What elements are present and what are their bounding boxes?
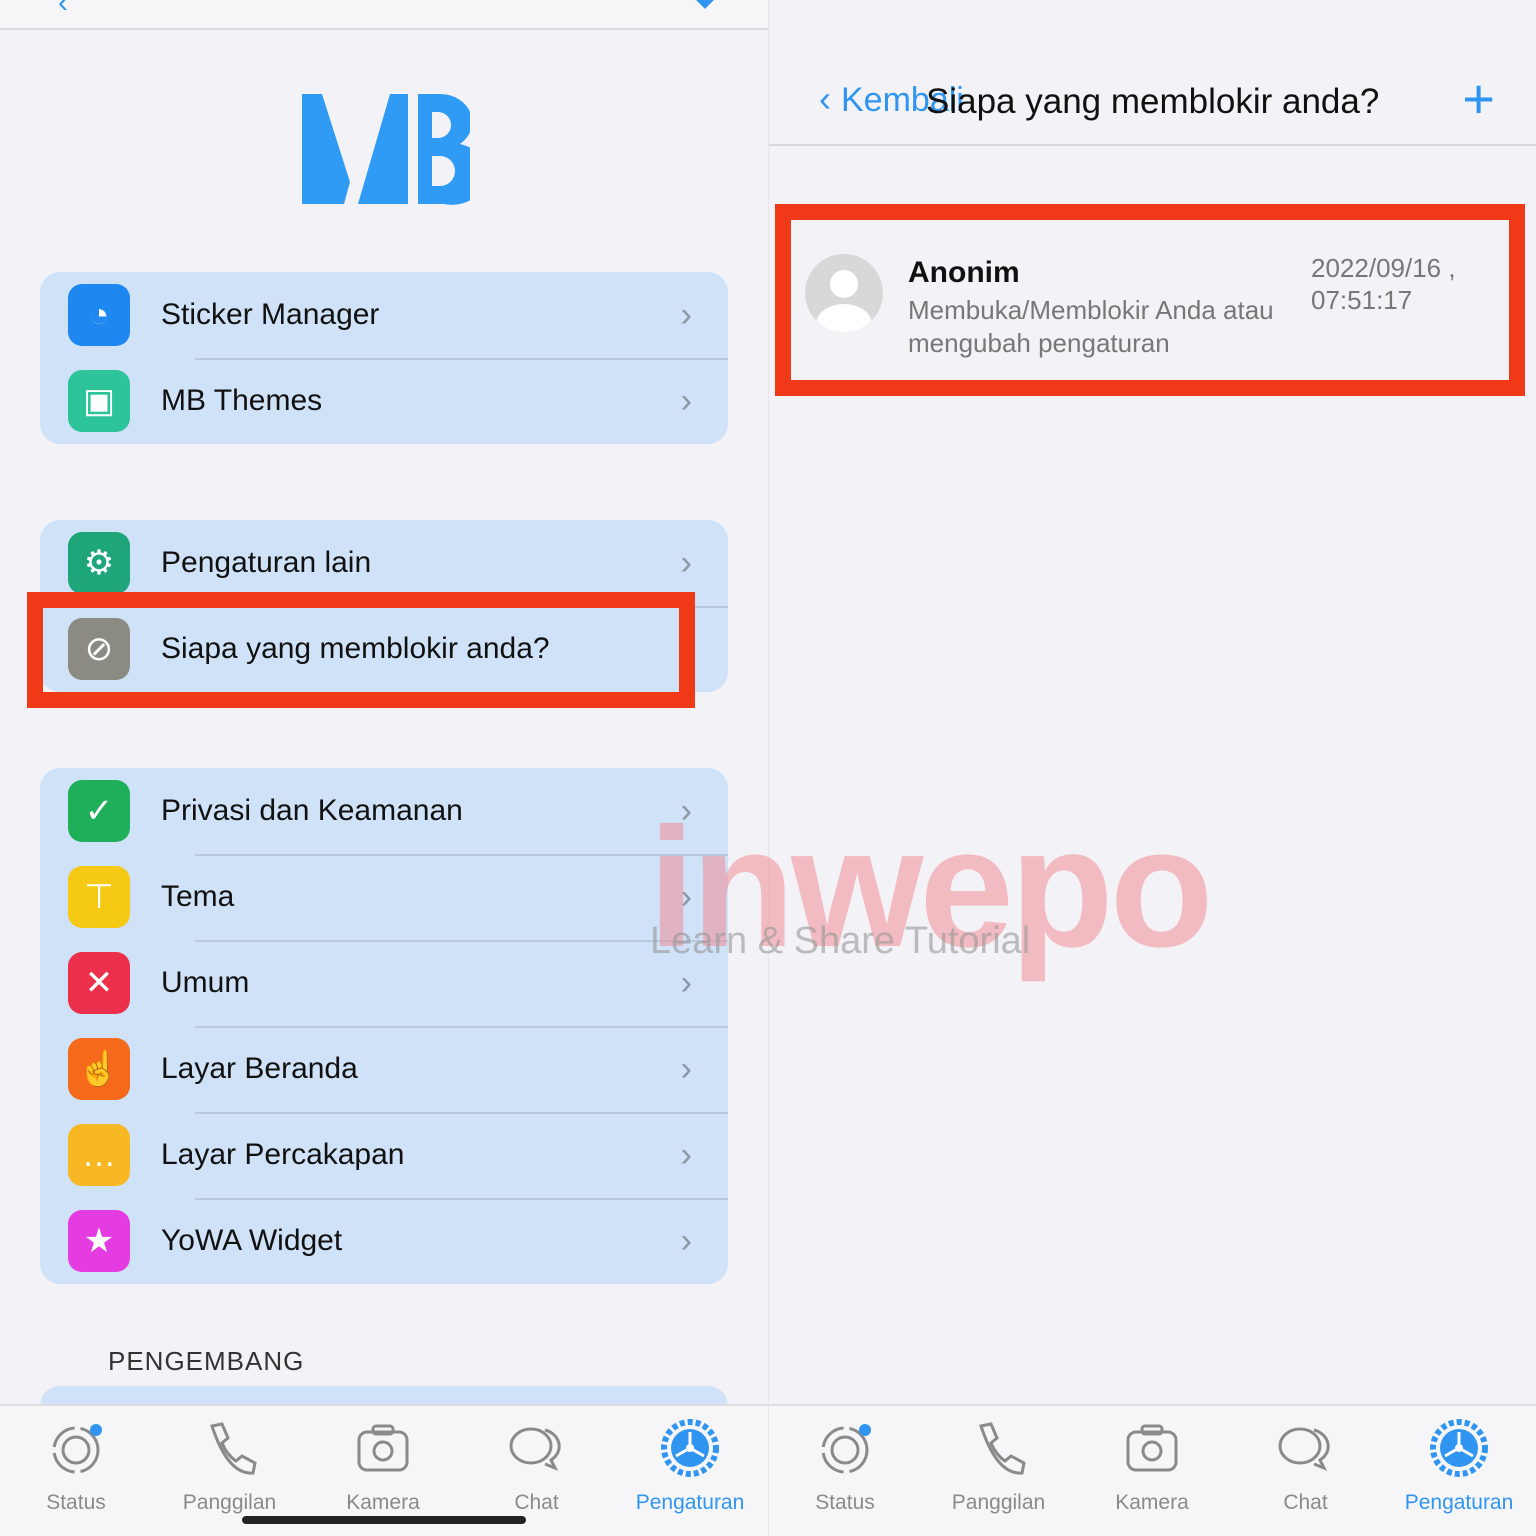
tools-icon: ✕	[68, 952, 130, 1014]
status-icon	[52, 1424, 102, 1474]
nav-indicator-icon	[695, 0, 715, 9]
item-label: MB Themes	[161, 384, 323, 417]
highlight-box	[775, 204, 1525, 396]
camera-icon	[357, 1424, 409, 1472]
tab-chat[interactable]: Chat	[1236, 1416, 1376, 1515]
sticker-manager-item[interactable]: ◔ Sticker Manager ›	[40, 272, 728, 358]
chevron-right-icon: ›	[680, 1049, 692, 1088]
item-label: Tema	[161, 880, 235, 913]
highlight-box	[27, 592, 695, 708]
settings-group-3: ✓ Privasi dan Keamanan › ⊤ Tema › ✕ Umum › ☝ La…	[40, 768, 728, 1284]
chat-bubble-icon: …	[68, 1124, 130, 1186]
header: ‹ Kembali Siapa yang memblokir anda? +	[769, 0, 1536, 146]
tab-panggilan[interactable]: Panggilan	[929, 1416, 1069, 1515]
item-label: YoWA Widget	[161, 1224, 343, 1257]
tab-status[interactable]: Status	[775, 1416, 915, 1515]
item-label: Layar Percakapan	[161, 1138, 405, 1171]
settings-icon	[661, 1419, 719, 1477]
item-label: Privasi dan Keamanan	[161, 794, 463, 827]
layar-percakapan-item[interactable]: … Layar Percakapan ›	[40, 1112, 728, 1198]
sticker-icon: ◔	[68, 284, 130, 346]
home-indicator	[242, 1516, 526, 1524]
tab-panggilan[interactable]: Panggilan	[160, 1416, 300, 1515]
item-label: Umum	[161, 966, 250, 999]
tab-label: Kamera	[1115, 1491, 1189, 1514]
themes-box-icon: ▣	[68, 370, 130, 432]
item-label: Sticker Manager	[161, 298, 380, 331]
settings-icon	[1430, 1419, 1488, 1477]
mb-themes-item[interactable]: ▣ MB Themes ›	[40, 358, 728, 444]
mb-settings-screen: ‹ ◔ Sticker Manager › ▣ MB Themes › ⚙ Pengatu…	[0, 0, 768, 1536]
tab-label: Chat	[1283, 1491, 1328, 1514]
chat-icon	[509, 1427, 561, 1471]
add-icon[interactable]: +	[1462, 66, 1495, 131]
tab-label: Kamera	[346, 1491, 420, 1514]
tema-item[interactable]: ⊤ Tema ›	[40, 854, 728, 940]
item-label: Pengaturan lain	[161, 546, 372, 579]
page-title: Siapa yang memblokir anda?	[926, 82, 1380, 121]
gear-icon: ⚙	[68, 532, 130, 594]
item-label: Layar Beranda	[161, 1052, 358, 1085]
phone-icon	[978, 1422, 1026, 1475]
tab-label: Chat	[514, 1491, 559, 1514]
tab-status[interactable]: Status	[6, 1416, 146, 1515]
shield-check-icon: ✓	[68, 780, 130, 842]
tab-label: Pengaturan	[1404, 1491, 1514, 1514]
hand-pointer-icon: ☝	[68, 1038, 130, 1100]
tab-label: Status	[815, 1491, 875, 1514]
chevron-right-icon: ›	[680, 381, 692, 420]
privasi-item[interactable]: ✓ Privasi dan Keamanan ›	[40, 768, 728, 854]
tab-label: Panggilan	[182, 1491, 277, 1514]
phone-icon	[209, 1422, 257, 1475]
settings-group-1: ◔ Sticker Manager › ▣ MB Themes ›	[40, 272, 728, 444]
tab-pengaturan[interactable]: Pengaturan	[620, 1416, 760, 1515]
tab-pengaturan[interactable]: Pengaturan	[1389, 1416, 1529, 1515]
blocked-by-screen: ‹ Kembali Siapa yang memblokir anda? + A…	[768, 0, 1536, 1536]
chevron-right-icon: ›	[680, 295, 692, 334]
chevron-right-icon: ›	[680, 1135, 692, 1174]
tab-kamera[interactable]: Kamera	[313, 1416, 453, 1515]
top-nav-bar: ‹	[0, 0, 768, 30]
umum-item[interactable]: ✕ Umum ›	[40, 940, 728, 1026]
tab-chat[interactable]: Chat	[467, 1416, 607, 1515]
section-header: PENGEMBANG	[108, 1346, 305, 1376]
status-icon	[821, 1424, 871, 1474]
chevron-right-icon: ›	[680, 543, 692, 582]
chevron-right-icon: ›	[680, 1221, 692, 1260]
yowa-widget-item[interactable]: ★ YoWA Widget ›	[40, 1198, 728, 1284]
tab-label: Pengaturan	[635, 1491, 745, 1514]
paint-roller-icon: ⊤	[68, 866, 130, 928]
back-chevron-icon[interactable]: ‹	[58, 0, 68, 20]
camera-icon	[1126, 1424, 1178, 1472]
tab-label: Status	[46, 1491, 106, 1514]
layar-beranda-item[interactable]: ☝ Layar Beranda ›	[40, 1026, 728, 1112]
tab-kamera[interactable]: Kamera	[1082, 1416, 1222, 1515]
bottom-tab-bar: Status Panggilan Kamera Chat Pengaturan	[769, 1404, 1536, 1536]
watermark-tagline: Learn & Share Tutorial	[650, 920, 1031, 962]
mb-logo	[302, 93, 470, 205]
chat-icon	[1278, 1427, 1330, 1471]
tab-label: Panggilan	[951, 1491, 1046, 1514]
star-icon: ★	[68, 1210, 130, 1272]
